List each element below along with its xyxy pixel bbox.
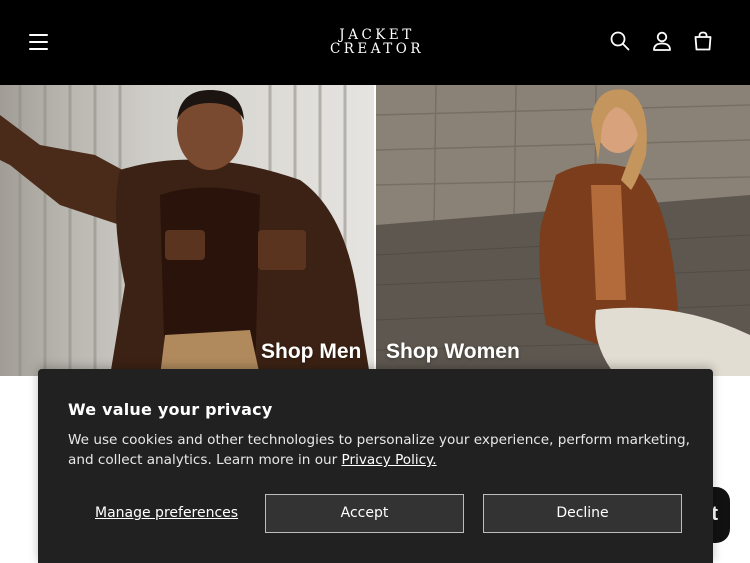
cookie-banner-title: We value your privacy <box>68 400 273 419</box>
decline-button[interactable]: Decline <box>483 494 682 533</box>
cookie-banner: We value your privacy We use cookies and… <box>38 369 713 563</box>
account-icon[interactable] <box>651 30 673 52</box>
manage-preferences-link[interactable]: Manage preferences <box>95 505 238 521</box>
women-photo <box>376 85 750 376</box>
hero-women[interactable]: Shop Women <box>376 85 750 376</box>
search-icon[interactable] <box>609 30 631 52</box>
menu-icon[interactable] <box>28 31 50 51</box>
cookie-banner-text: We use cookies and other technologies to… <box>68 430 693 470</box>
shop-men-link[interactable]: Shop Men <box>261 340 361 364</box>
logo-line-1: JACKET <box>339 27 415 43</box>
logo-line-2: CREATOR <box>329 41 425 57</box>
shop-women-link[interactable]: Shop Women <box>386 340 520 364</box>
cart-icon[interactable] <box>692 30 714 52</box>
hero-men[interactable]: Shop Men <box>0 85 374 376</box>
privacy-policy-link[interactable]: Privacy Policy. <box>342 452 437 468</box>
accept-button[interactable]: Accept <box>265 494 464 533</box>
site-logo[interactable]: JACKET CREATOR <box>305 28 445 56</box>
site-header: JACKET CREATOR <box>0 0 750 85</box>
men-photo <box>0 85 370 376</box>
